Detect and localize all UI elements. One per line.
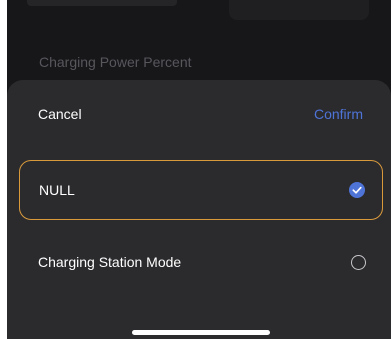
option-null[interactable]: NULL [19,160,383,220]
background-setting-remnant [27,0,177,6]
phone-screen: Charging Power Percent Cancel Confirm NU… [7,0,391,339]
home-indicator[interactable] [132,330,270,335]
background-setting-label: Charging Power Percent [39,54,192,70]
picker-bottom-sheet: Cancel Confirm NULL Charging Station Mod… [7,80,391,339]
cancel-button[interactable]: Cancel [38,106,82,122]
option-charging-station-mode[interactable]: Charging Station Mode [19,232,383,292]
sheet-header: Cancel Confirm [7,80,391,146]
option-label: NULL [39,182,75,198]
background-value-field [229,0,369,20]
option-label: Charging Station Mode [38,254,182,270]
confirm-button[interactable]: Confirm [314,106,363,122]
radio-unselected-icon [351,254,366,270]
checkmark-selected-icon [349,182,365,198]
